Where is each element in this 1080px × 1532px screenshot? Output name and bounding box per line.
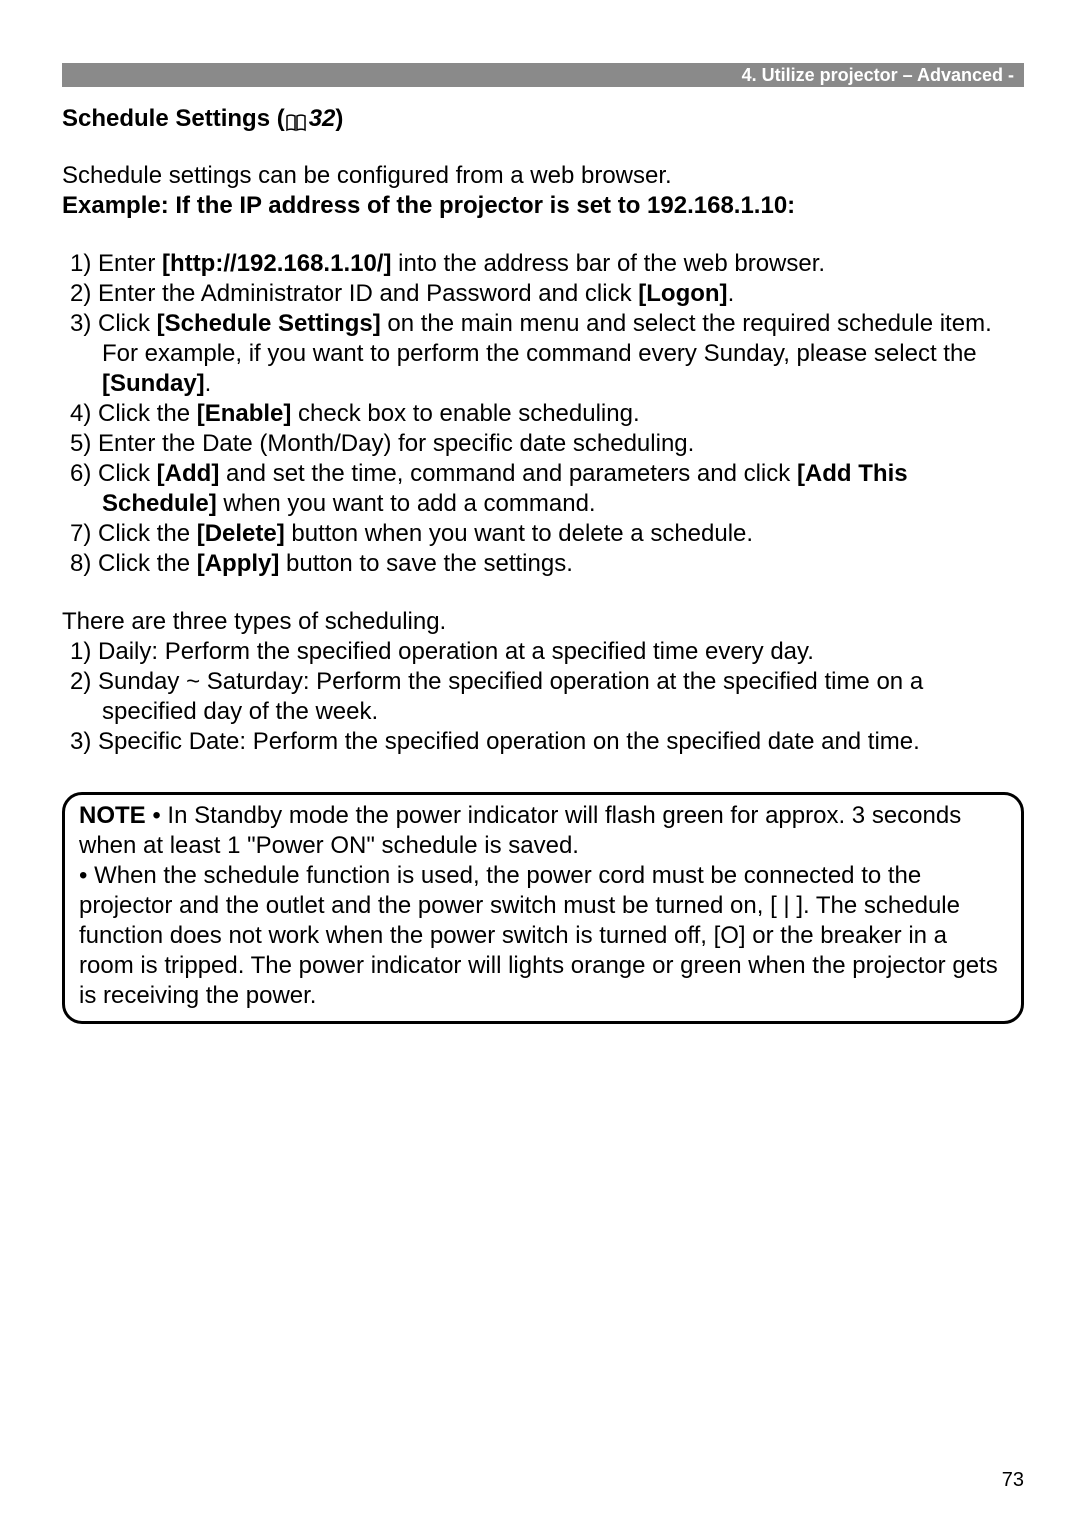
step-8: 8) Click the [Apply] button to save the … (62, 549, 1024, 579)
type-1: 1) Daily: Perform the specified operatio… (62, 637, 1024, 667)
note-para-2: • When the schedule function is used, th… (79, 861, 1007, 1011)
note-text-1: In Standby mode the power indicator will… (79, 802, 961, 859)
step-5: 5) Enter the Date (Month/Day) for specif… (62, 429, 1024, 459)
note-para-1: NOTE • In Standby mode the power indicat… (79, 801, 1007, 861)
types-section: There are three types of scheduling. 1) … (62, 607, 1024, 757)
type-3: 3) Specific Date: Perform the specified … (62, 727, 1024, 757)
note-bullet: • (146, 802, 168, 829)
page-number: 73 (1002, 1469, 1024, 1492)
intro-example: Example: If the IP address of the projec… (62, 191, 1024, 221)
title-prefix: Schedule Settings ( (62, 105, 285, 132)
types-intro: There are three types of scheduling. (62, 607, 1024, 637)
step-7: 7) Click the [Delete] button when you wa… (62, 519, 1024, 549)
section-title: Schedule Settings ( 32) (62, 105, 1024, 133)
type-2: 2) Sunday ~ Saturday: Perform the specif… (62, 667, 1024, 727)
title-ref-num: 32 (309, 105, 336, 132)
step-1: 1) Enter [http://192.168.1.10/] into the… (62, 249, 1024, 279)
content-area: Schedule Settings ( 32) Schedule settings… (62, 105, 1024, 1024)
step-6: 6) Click [Add] and set the time, command… (62, 459, 1024, 519)
step-4: 4) Click the [Enable] check box to enabl… (62, 399, 1024, 429)
step-3: 3) Click [Schedule Settings] on the main… (62, 309, 1024, 399)
intro-text: Schedule settings can be configured from… (62, 161, 1024, 221)
note-box: NOTE • In Standby mode the power indicat… (62, 792, 1024, 1024)
intro-line1: Schedule settings can be configured from… (62, 161, 1024, 191)
header-bar: 4. Utilize projector – Advanced - (62, 63, 1024, 87)
steps-list: 1) Enter [http://192.168.1.10/] into the… (62, 249, 1024, 579)
title-suffix: ) (335, 105, 343, 132)
breadcrumb: 4. Utilize projector – Advanced - (742, 65, 1014, 86)
note-label: NOTE (79, 802, 146, 829)
book-icon (285, 111, 307, 129)
step-2: 2) Enter the Administrator ID and Passwo… (62, 279, 1024, 309)
